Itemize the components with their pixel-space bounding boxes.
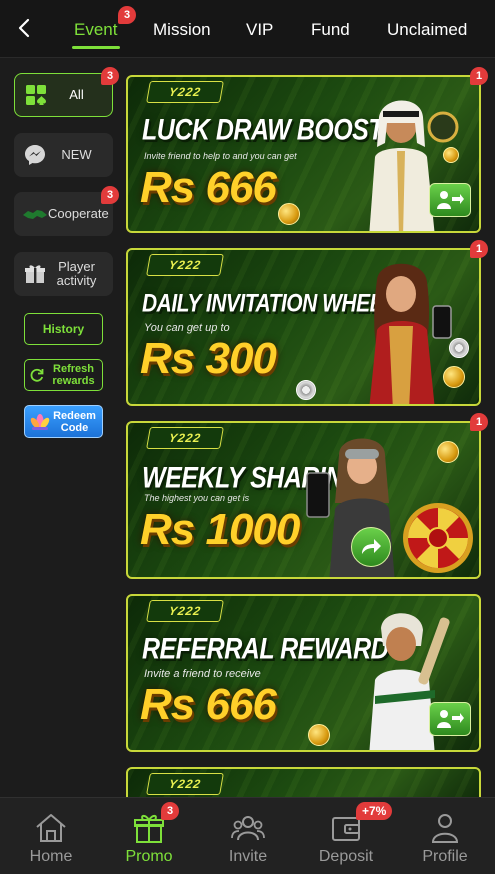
nav-invite[interactable]: Invite bbox=[208, 812, 288, 866]
nav-profile[interactable]: Profile bbox=[405, 812, 485, 866]
coin-icon bbox=[308, 724, 330, 746]
sidebar-all-badge: 3 bbox=[101, 67, 119, 85]
invite-action-icon bbox=[429, 702, 471, 736]
coin-icon bbox=[278, 203, 300, 225]
casino-chip-icon bbox=[296, 380, 316, 400]
coin-icon bbox=[437, 441, 459, 463]
nav-home[interactable]: Home bbox=[11, 812, 91, 866]
tab-event-badge: 3 bbox=[118, 6, 136, 24]
brand-logo: Y222 bbox=[146, 427, 224, 449]
sidebar-item-cooperate[interactable]: Cooperate bbox=[14, 192, 113, 236]
back-button[interactable] bbox=[10, 14, 38, 42]
tab-event[interactable]: Event bbox=[74, 18, 117, 42]
banner-badge: 1 bbox=[470, 413, 488, 431]
banner-badge: 1 bbox=[470, 240, 488, 258]
share-arrow-icon bbox=[351, 527, 391, 567]
sidebar-item-label: NEW bbox=[61, 147, 92, 162]
sidebar-cooperate-badge: 3 bbox=[101, 186, 119, 204]
active-tab-indicator bbox=[72, 46, 120, 49]
coin-icon bbox=[443, 147, 459, 163]
messenger-icon bbox=[22, 142, 48, 168]
banner-subtitle: The highest you can get is bbox=[144, 493, 250, 503]
spin-wheel-icon bbox=[403, 503, 473, 573]
redeem-code-button[interactable]: Redeem Code bbox=[24, 405, 103, 438]
tab-fund[interactable]: Fund bbox=[311, 18, 350, 42]
sidebar-item-player-activity[interactable]: Player activity bbox=[14, 252, 113, 296]
banner-weekly-sharing[interactable]: Y222 WEEKLY SHARING The highest you can … bbox=[126, 421, 481, 579]
person-icon bbox=[431, 814, 459, 843]
bottom-nav: Home Promo 3 Invite Deposit +7% Profile bbox=[0, 797, 495, 874]
brand-logo: Y222 bbox=[146, 773, 224, 795]
banner-amount: Rs 1000 bbox=[140, 505, 300, 554]
banner-subtitle: Invite friend to help to and you can get bbox=[144, 151, 297, 161]
sidebar-item-all[interactable]: All bbox=[14, 73, 113, 117]
top-tab-bar: Event 3 Mission VIP Fund Unclaimed bbox=[0, 0, 495, 58]
promo-screen: Event 3 Mission VIP Fund Unclaimed All 3… bbox=[0, 0, 495, 874]
brand-logo: Y222 bbox=[146, 600, 224, 622]
nav-promo-badge: 3 bbox=[161, 802, 179, 820]
banner-amount: Rs 666 bbox=[140, 163, 277, 212]
banner-referral-reward[interactable]: Y222 REFERRAL REWARD Invite a friend to … bbox=[126, 594, 481, 752]
lotus-icon bbox=[30, 413, 50, 430]
nav-label: Deposit bbox=[318, 848, 374, 865]
tab-vip[interactable]: VIP bbox=[246, 18, 273, 42]
casino-chip-icon bbox=[449, 338, 469, 358]
nav-deposit-badge: +7% bbox=[356, 802, 393, 820]
nav-label: Promo bbox=[125, 848, 173, 865]
brand-logo: Y222 bbox=[146, 254, 224, 276]
redeem-code-label: Redeem Code bbox=[53, 409, 96, 434]
nav-label: Invite bbox=[228, 848, 268, 865]
tab-mission[interactable]: Mission bbox=[153, 18, 211, 42]
nav-label: Home bbox=[29, 848, 73, 865]
refresh-rewards-label: Refresh rewards bbox=[52, 363, 95, 387]
home-icon bbox=[36, 814, 66, 842]
woman-figure-icon bbox=[369, 263, 452, 404]
sidebar-item-label: Cooperate bbox=[48, 206, 109, 221]
people-icon bbox=[231, 816, 265, 841]
refresh-rewards-button[interactable]: Refresh rewards bbox=[24, 359, 103, 391]
nav-promo[interactable]: Promo bbox=[109, 812, 189, 866]
sidebar-item-label: All bbox=[69, 87, 84, 102]
brand-logo: Y222 bbox=[146, 81, 224, 103]
banner-amount: Rs 666 bbox=[140, 680, 277, 729]
banner-subtitle: Invite a friend to receive bbox=[144, 668, 261, 680]
banner-badge: 1 bbox=[470, 67, 488, 85]
gift-icon bbox=[22, 261, 48, 287]
coin-icon bbox=[443, 366, 465, 388]
history-button[interactable]: History bbox=[24, 313, 103, 345]
sidebar-item-new[interactable]: NEW bbox=[14, 133, 113, 177]
banner-subtitle: You can get up to bbox=[144, 322, 230, 334]
chevron-left-icon bbox=[18, 18, 30, 38]
nav-deposit[interactable]: Deposit bbox=[306, 812, 386, 866]
grid-suits-icon bbox=[23, 82, 49, 108]
banner-amount: Rs 300 bbox=[140, 334, 277, 383]
banner-daily-invitation-wheel[interactable]: Y222 DAILY INVITATION WHEEL You can get … bbox=[126, 248, 481, 406]
refresh-icon bbox=[30, 368, 44, 382]
banner-luck-draw-boost[interactable]: Y222 LUCK DRAW BOOST Invite friend to he… bbox=[126, 75, 481, 233]
invite-action-icon bbox=[429, 183, 471, 217]
sidebar-item-label: Player activity bbox=[56, 259, 97, 288]
tab-unclaimed[interactable]: Unclaimed bbox=[387, 18, 467, 42]
nav-label: Profile bbox=[422, 848, 468, 865]
handshake-icon bbox=[22, 201, 48, 227]
